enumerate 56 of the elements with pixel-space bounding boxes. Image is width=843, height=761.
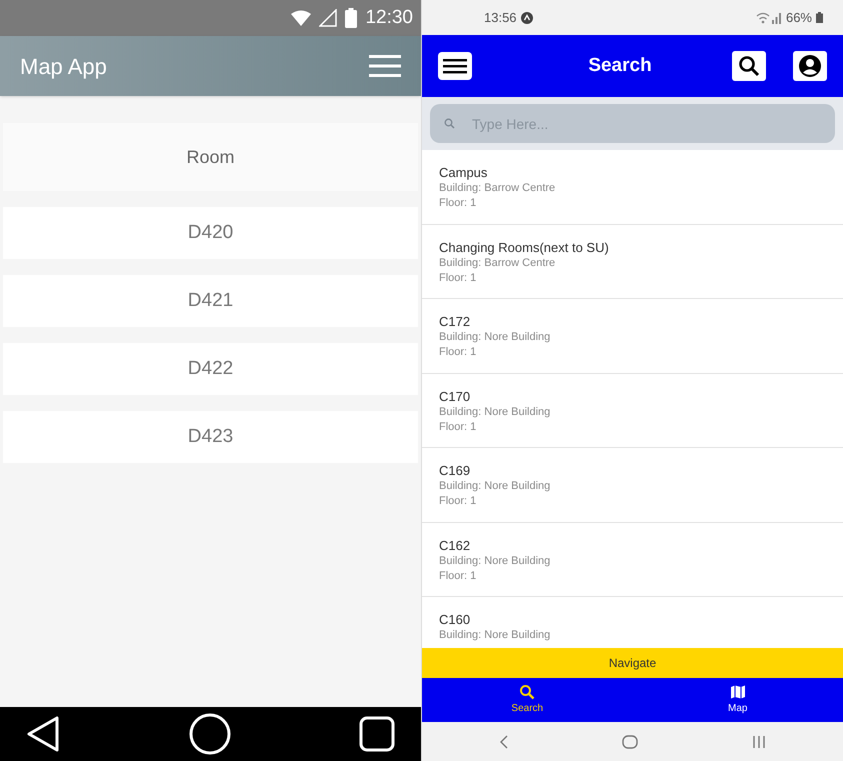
result-building: Building: Nore Building bbox=[439, 404, 552, 420]
navigate-button[interactable]: Navigate bbox=[422, 648, 843, 678]
result-name: C160 bbox=[439, 612, 472, 628]
notification-icon bbox=[520, 12, 533, 24]
result-name: C170 bbox=[439, 388, 472, 404]
wifi-icon bbox=[291, 10, 312, 26]
header-title: Search bbox=[587, 54, 653, 78]
search-icon bbox=[444, 118, 455, 129]
map-icon bbox=[730, 684, 746, 700]
result-floor: Floor: 1 bbox=[439, 345, 478, 360]
search-icon bbox=[738, 55, 760, 77]
result-name: C172 bbox=[439, 314, 472, 330]
battery-icon bbox=[345, 8, 358, 28]
battery-icon bbox=[816, 12, 823, 23]
result-name: C162 bbox=[439, 538, 472, 554]
tab[interactable]: Search bbox=[422, 678, 632, 722]
menu-icon bbox=[443, 58, 467, 74]
result-floor: Floor: 1 bbox=[439, 420, 478, 434]
room-item[interactable]: D421 bbox=[3, 275, 418, 327]
profile-button[interactable] bbox=[793, 51, 827, 81]
result-name: Campus bbox=[439, 165, 488, 181]
menu-icon[interactable] bbox=[369, 54, 401, 78]
result-item[interactable]: C170 Building: Nore Building Floor: 1 bbox=[422, 374, 843, 448]
user-icon bbox=[798, 54, 822, 78]
result-building: Building: Nore Building bbox=[439, 554, 552, 568]
result-floor: Floor: 1 bbox=[439, 270, 478, 286]
result-name: C169 bbox=[439, 463, 472, 479]
result-building: Building: Nore Building bbox=[439, 628, 552, 643]
result-item[interactable]: C169 Building: Nore Building Floor: 1 bbox=[422, 448, 843, 522]
room-item[interactable]: D420 bbox=[3, 207, 418, 259]
result-name: Changing Rooms(next to SU) bbox=[439, 240, 610, 256]
result-floor: Floor: 1 bbox=[439, 568, 478, 584]
result-building: Building: Nore Building bbox=[439, 479, 552, 494]
result-building: Building: Nore Building bbox=[439, 330, 552, 345]
search-button[interactable] bbox=[732, 51, 766, 81]
list-header: Room bbox=[3, 123, 418, 191]
result-item[interactable]: C162 Building: Nore Building Floor: 1 bbox=[422, 522, 843, 597]
result-building: Building: Barrow Centre bbox=[439, 181, 556, 196]
tab[interactable]: Map bbox=[632, 678, 843, 722]
app-title: Map App bbox=[20, 52, 107, 81]
result-item[interactable]: Campus Building: Barrow Centre Floor: 1 bbox=[422, 150, 843, 224]
wifi-signal-icon bbox=[756, 12, 782, 24]
menu-button[interactable] bbox=[438, 52, 472, 80]
result-item[interactable]: C172 Building: Nore Building Floor: 1 bbox=[422, 299, 843, 374]
recents-icon[interactable] bbox=[359, 716, 395, 752]
result-item[interactable]: Changing Rooms(next to SU) Building: Barrow Centre Floor: 1 bbox=[422, 224, 843, 299]
status-time: 13:56 bbox=[484, 8, 517, 27]
search-icon bbox=[519, 684, 536, 700]
result-floor: Floor: 1 bbox=[439, 196, 478, 211]
room-item[interactable]: D422 bbox=[3, 343, 418, 395]
result-floor: Floor: 1 bbox=[439, 494, 478, 509]
room-item[interactable]: D423 bbox=[3, 411, 418, 463]
result-building: Building: Barrow Centre bbox=[439, 256, 556, 270]
status-time: 12:30 bbox=[365, 6, 413, 30]
battery-level: 66% bbox=[786, 8, 812, 27]
signal-icon bbox=[319, 9, 338, 27]
